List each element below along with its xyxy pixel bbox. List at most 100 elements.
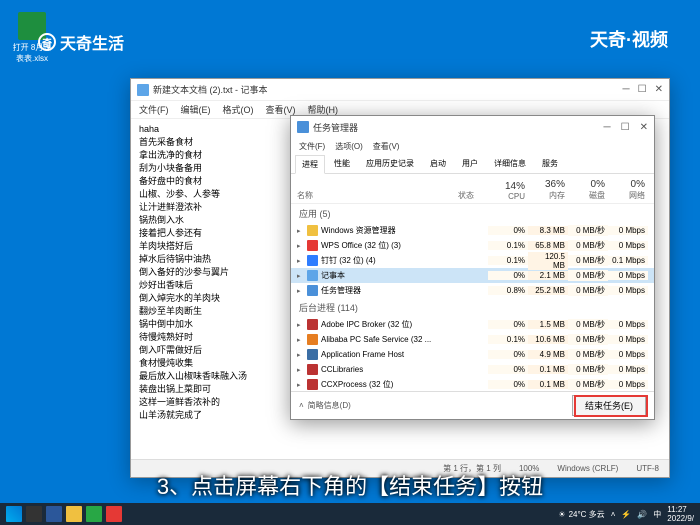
minimize-button[interactable]: ─ — [623, 84, 630, 95]
process-name: 任务管理器 — [321, 285, 488, 296]
tab-1[interactable]: 性能 — [327, 154, 357, 173]
menu-item[interactable]: 文件(F) — [299, 141, 325, 152]
tab-6[interactable]: 服务 — [535, 154, 565, 173]
process-name: 钉钉 (32 位) (4) — [321, 255, 488, 266]
cpu-value: 0.1% — [488, 335, 528, 344]
process-row[interactable]: ▸ Windows 资源管理器 0% 8.3 MB 0 MB/秒 0 Mbps — [291, 223, 654, 238]
column-disk[interactable]: 0%磁盘 — [568, 179, 608, 201]
cpu-value: 0% — [488, 271, 528, 280]
process-row[interactable]: ▸ CCXProcess (32 位) 0% 0.1 MB 0 MB/秒 0 M… — [291, 377, 654, 392]
net-value: 0 Mbps — [608, 320, 648, 329]
menu-item[interactable]: 编辑(E) — [181, 103, 211, 116]
disk-value: 0 MB/秒 — [568, 285, 608, 296]
end-task-button[interactable]: 结束任务(E) — [572, 395, 646, 416]
tab-2[interactable]: 应用历史记录 — [359, 154, 421, 173]
process-row[interactable]: ▸ WPS Office (32 位) (3) 0.1% 65.8 MB 0 M… — [291, 238, 654, 253]
maximize-button[interactable]: ☐ — [621, 122, 630, 133]
net-value: 0 Mbps — [608, 286, 648, 295]
process-row[interactable]: ▸ 记事本 0% 2.1 MB 0 MB/秒 0 Mbps — [291, 268, 654, 283]
expand-icon[interactable]: ▸ — [297, 381, 307, 389]
expand-icon[interactable]: ▸ — [297, 272, 307, 280]
column-memory[interactable]: 36%内存 — [528, 179, 568, 201]
expand-icon[interactable]: ▸ — [297, 227, 307, 235]
cpu-value: 0.1% — [488, 256, 528, 265]
tab-4[interactable]: 用户 — [455, 154, 485, 173]
disk-value: 0 MB/秒 — [568, 225, 608, 236]
expand-icon[interactable]: ▸ — [297, 287, 307, 295]
process-icon — [307, 364, 318, 375]
weather-widget[interactable]: ☀ 24°C 多云 — [558, 509, 604, 520]
notepad-titlebar[interactable]: 新建文本文档 (2).txt - 记事本 ─ ☐ ✕ — [131, 79, 669, 101]
tray-volume-icon[interactable]: 🔊 — [637, 510, 647, 519]
process-icon — [307, 334, 318, 345]
process-icon — [307, 379, 318, 390]
maximize-button[interactable]: ☐ — [638, 84, 647, 95]
mem-value: 1.5 MB — [528, 320, 568, 329]
process-row[interactable]: ▸ CCLibraries 0% 0.1 MB 0 MB/秒 0 Mbps — [291, 362, 654, 377]
disk-value: 0 MB/秒 — [568, 255, 608, 266]
mem-value: 65.8 MB — [528, 241, 568, 250]
tray-ime-icon[interactable]: 中 — [653, 509, 661, 520]
process-row[interactable]: ▸ Alibaba PC Safe Service (32 ... 0.1% 1… — [291, 332, 654, 347]
mem-value: 25.2 MB — [528, 286, 568, 295]
tab-3[interactable]: 启动 — [423, 154, 453, 173]
column-cpu[interactable]: 14%CPU — [488, 181, 528, 201]
group-background[interactable]: 后台进程 (114) — [291, 298, 654, 317]
weather-icon: ☀ — [558, 510, 565, 519]
menu-item[interactable]: 文件(F) — [139, 103, 169, 116]
app-taskbar-icon[interactable] — [106, 506, 122, 522]
menu-item[interactable]: 查看(V) — [373, 141, 400, 152]
process-name: Windows 资源管理器 — [321, 225, 488, 236]
column-name[interactable]: 名称 — [297, 190, 458, 201]
explorer-taskbar-icon[interactable] — [66, 506, 82, 522]
process-name: Adobe IPC Broker (32 位) — [321, 319, 488, 330]
expand-icon[interactable]: ▸ — [297, 351, 307, 359]
mem-value: 8.3 MB — [528, 226, 568, 235]
tab-0[interactable]: 进程 — [295, 155, 325, 174]
column-network[interactable]: 0%网络 — [608, 179, 648, 201]
expand-icon[interactable]: ▸ — [297, 336, 307, 344]
taskmanager-titlebar[interactable]: 任务管理器 ─ ☐ ✕ — [291, 116, 654, 138]
process-row[interactable]: ▸ 任务管理器 0.8% 25.2 MB 0 MB/秒 0 Mbps — [291, 283, 654, 298]
minimize-button[interactable]: ─ — [604, 122, 611, 133]
process-name: Alibaba PC Safe Service (32 ... — [321, 335, 488, 344]
menu-item[interactable]: 选项(O) — [335, 141, 363, 152]
taskmanager-menubar: 文件(F) 选项(O) 查看(V) — [291, 138, 654, 154]
taskview-icon[interactable] — [46, 506, 62, 522]
chevron-up-icon: ˄ — [299, 401, 304, 410]
process-name: 记事本 — [321, 270, 488, 281]
tutorial-caption: 3、点击屏幕右下角的【结束任务】按钮 — [0, 469, 700, 501]
disk-value: 0 MB/秒 — [568, 349, 608, 360]
process-row[interactable]: ▸ Adobe IPC Broker (32 位) 0% 1.5 MB 0 MB… — [291, 317, 654, 332]
group-apps[interactable]: 应用 (5) — [291, 204, 654, 223]
net-value: 0 Mbps — [608, 226, 648, 235]
app-taskbar-icon[interactable] — [86, 506, 102, 522]
process-row[interactable]: ▸ 钉钉 (32 位) (4) 0.1% 120.5 MB 0 MB/秒 0.1… — [291, 253, 654, 268]
expand-icon[interactable]: ▸ — [297, 242, 307, 250]
clock[interactable]: 11:27 2022/9/ — [667, 505, 694, 523]
watermark-icon: 奇 — [38, 33, 56, 51]
process-list: 应用 (5) ▸ Windows 资源管理器 0% 8.3 MB 0 MB/秒 … — [291, 204, 654, 394]
fewer-details-button[interactable]: ˄ 简略信息(D) — [299, 400, 351, 411]
process-row[interactable]: ▸ Application Frame Host 0% 4.9 MB 0 MB/… — [291, 347, 654, 362]
taskmanager-window: 任务管理器 ─ ☐ ✕ 文件(F) 选项(O) 查看(V) 进程性能应用历史记录启动… — [290, 115, 655, 420]
tab-5[interactable]: 详细信息 — [487, 154, 533, 173]
notepad-icon — [137, 84, 149, 96]
taskmanager-footer: ˄ 简略信息(D) 结束任务(E) — [291, 391, 654, 419]
expand-icon[interactable]: ▸ — [297, 257, 307, 265]
cpu-value: 0.8% — [488, 286, 528, 295]
cpu-value: 0% — [488, 365, 528, 374]
tray-chevron-icon[interactable]: ˄ — [611, 510, 616, 519]
column-status[interactable]: 状态 — [458, 190, 488, 201]
close-button[interactable]: ✕ — [655, 84, 663, 95]
net-value: 0 Mbps — [608, 241, 648, 250]
search-icon[interactable] — [26, 506, 42, 522]
process-icon — [307, 349, 318, 360]
expand-icon[interactable]: ▸ — [297, 366, 307, 374]
start-button[interactable] — [6, 506, 22, 522]
tray-network-icon[interactable]: ⚡ — [621, 510, 631, 519]
menu-item[interactable]: 格式(O) — [223, 103, 254, 116]
windows-taskbar[interactable]: ☀ 24°C 多云 ˄ ⚡ 🔊 中 11:27 2022/9/ — [0, 503, 700, 525]
expand-icon[interactable]: ▸ — [297, 321, 307, 329]
close-button[interactable]: ✕ — [640, 122, 648, 133]
